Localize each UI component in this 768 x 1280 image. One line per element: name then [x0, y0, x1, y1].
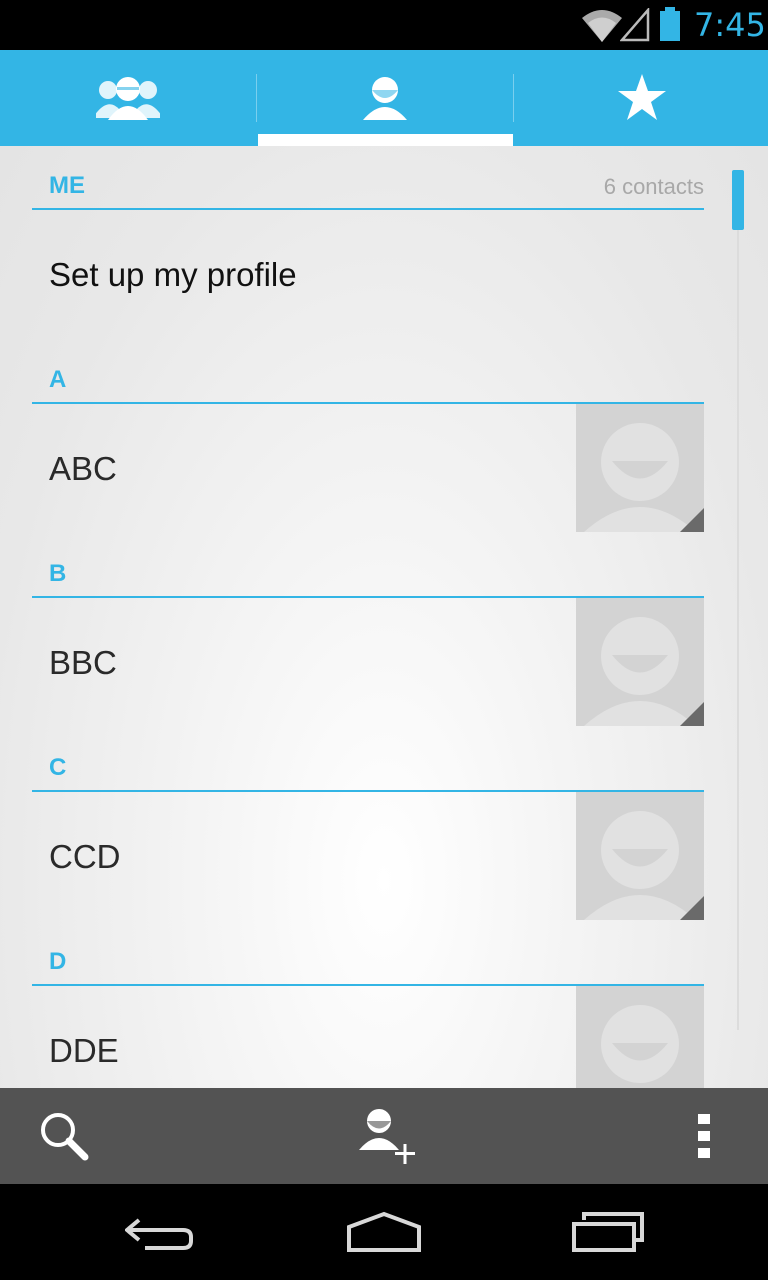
contact-photo-icon[interactable] — [576, 986, 704, 1088]
home-icon — [347, 1211, 421, 1252]
contact-photo-icon[interactable] — [576, 404, 704, 532]
contact-name: BBC — [49, 644, 117, 681]
section-letter: A — [49, 366, 67, 393]
search-button[interactable] — [16, 1088, 112, 1184]
section-letter: B — [49, 560, 67, 587]
section-letter: D — [49, 948, 67, 975]
add-contact-button[interactable] — [340, 1088, 436, 1184]
recent-apps-icon — [572, 1212, 644, 1252]
section-letter: C — [49, 754, 67, 781]
person-icon — [363, 77, 407, 120]
back-icon — [125, 1218, 193, 1250]
contact-item[interactable]: ABC — [32, 404, 704, 532]
scrollbar-track — [737, 176, 739, 1030]
contact-list[interactable]: ME 6 contacts Set up my profile A ABC B … — [0, 146, 768, 1088]
scrollbar-thumb[interactable] — [732, 170, 744, 230]
section-letter: ME — [49, 172, 85, 199]
contact-item[interactable]: CCD — [32, 792, 704, 920]
contact-name: DDE — [49, 1032, 119, 1069]
contact-item[interactable]: BBC — [32, 598, 704, 726]
add-contact-icon — [359, 1109, 415, 1164]
contact-photo-icon[interactable] — [576, 792, 704, 920]
setup-profile-item[interactable]: Set up my profile — [49, 256, 297, 294]
status-bar: 7:45 — [0, 0, 768, 50]
status-time: 7:45 — [694, 6, 766, 44]
section-divider — [32, 208, 704, 210]
section-header-me: ME 6 contacts — [32, 146, 704, 210]
contact-item[interactable]: DDE — [32, 986, 704, 1088]
section-header-c: C — [32, 728, 704, 792]
tab-selected-indicator — [258, 134, 513, 146]
navigation-bar — [0, 1184, 768, 1280]
section-header-d: D — [32, 922, 704, 986]
wifi-icon — [582, 8, 622, 47]
signal-icon — [619, 6, 650, 47]
tab-bar — [0, 50, 768, 146]
star-icon — [618, 74, 666, 120]
contact-name: CCD — [49, 838, 121, 875]
search-icon — [41, 1113, 89, 1161]
section-header-b: B — [32, 534, 704, 598]
overflow-menu-button[interactable] — [656, 1088, 752, 1184]
section-header-a: A — [32, 340, 704, 404]
battery-icon — [658, 7, 682, 46]
contact-photo-icon[interactable] — [576, 598, 704, 726]
tab-all-contacts[interactable] — [257, 50, 513, 146]
tab-favorites[interactable] — [514, 50, 768, 146]
back-button[interactable] — [80, 1184, 240, 1280]
home-button[interactable] — [304, 1184, 464, 1280]
tab-groups[interactable] — [0, 50, 256, 146]
recent-apps-button[interactable] — [528, 1184, 688, 1280]
contact-count: 6 contacts — [603, 174, 704, 199]
contact-name: ABC — [49, 450, 117, 487]
overflow-menu-icon — [698, 1114, 710, 1158]
bottom-action-bar — [0, 1088, 768, 1184]
groups-icon — [96, 77, 160, 120]
